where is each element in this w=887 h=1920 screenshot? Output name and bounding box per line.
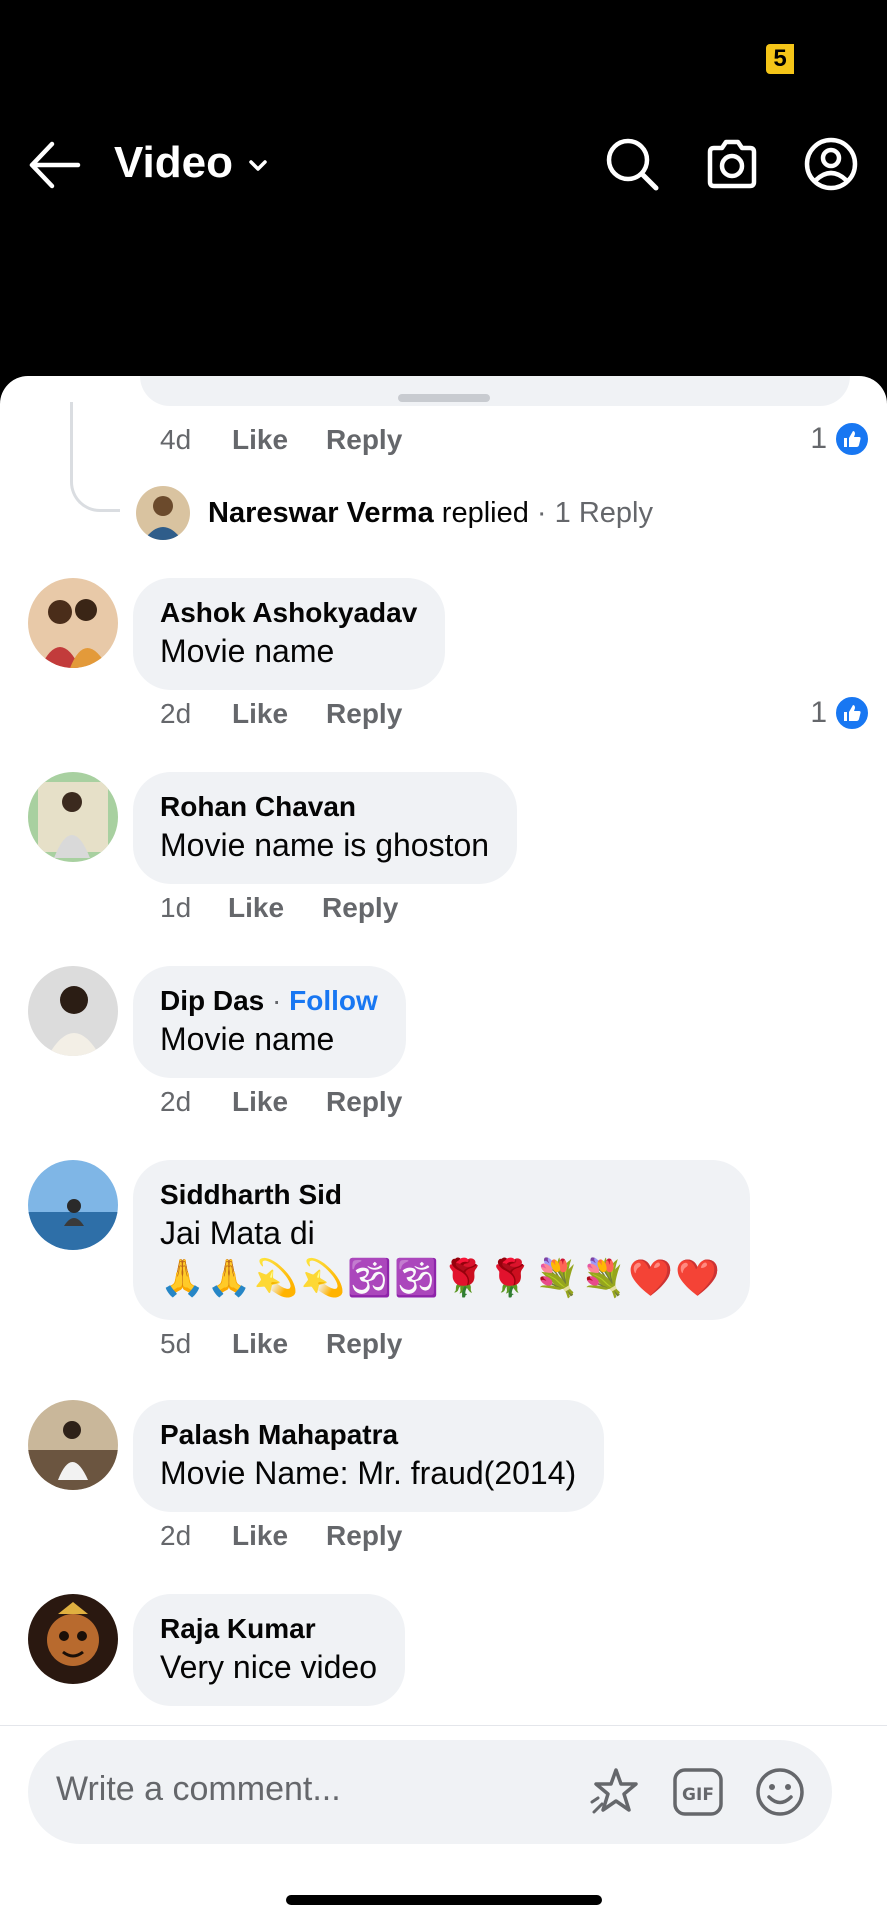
like-button[interactable]: Like: [232, 1328, 288, 1360]
reply-sep: ·: [536, 496, 547, 529]
reply-verb: replied: [441, 496, 529, 529]
search-icon[interactable]: [604, 136, 660, 192]
reply-button[interactable]: Reply: [326, 1328, 402, 1360]
comment-author[interactable]: Palash Mahapatra: [160, 1418, 576, 1452]
emoji-icon[interactable]: [752, 1764, 808, 1820]
svg-text:GIF: GIF: [682, 1785, 714, 1805]
comment-bubble[interactable]: Ashok Ashokyadav Movie name: [133, 578, 446, 690]
back-arrow-icon[interactable]: [26, 140, 82, 190]
reply-author: Nareswar Verma: [208, 496, 434, 529]
avatar: [136, 486, 190, 540]
follow-button[interactable]: Follow: [289, 985, 378, 1016]
profile-icon[interactable]: [803, 136, 859, 192]
comment-author[interactable]: Raja Kumar: [160, 1612, 377, 1646]
like-button[interactable]: Like: [228, 892, 284, 924]
comment-time: 2d: [160, 698, 192, 729]
reaction-count: 1: [810, 422, 827, 455]
comment-meta: 1d Like Reply: [160, 892, 436, 924]
like-icon: [833, 694, 871, 732]
reply-summary: Nareswar Verma replied · 1 Reply: [208, 497, 653, 530]
comment-text: Movie name: [160, 1021, 335, 1057]
reply-count: 1 Reply: [554, 496, 653, 529]
like-button[interactable]: Like: [232, 1086, 288, 1118]
video-dropdown[interactable]: Video: [114, 138, 269, 188]
comment-meta: 2d Like Reply: [160, 1086, 440, 1118]
reply-button[interactable]: Reply: [326, 1520, 402, 1552]
comment-author[interactable]: Ashok Ashokyadav: [160, 596, 417, 630]
comment-text: Jai Mata di: [160, 1215, 315, 1251]
comment-text: Movie Name: Mr. fraud(2014): [160, 1455, 577, 1491]
comment-text: Movie name is ghoston: [160, 827, 490, 863]
comment-meta: 5d Like Reply: [160, 1328, 440, 1360]
like-icon: [833, 420, 871, 458]
chevron-down-icon: [247, 158, 269, 174]
comment-author[interactable]: Rohan Chavan: [160, 790, 489, 824]
comment-input[interactable]: Write a comment... GIF: [28, 1740, 832, 1844]
sticker-icon[interactable]: [588, 1764, 644, 1820]
comment-time: 5d: [160, 1328, 192, 1359]
camera-icon[interactable]: [704, 136, 760, 192]
comment-meta: 2d Like Reply: [160, 1520, 440, 1552]
thread-connector: [70, 402, 120, 512]
comment-author[interactable]: Siddharth Sid: [160, 1178, 722, 1212]
sheet-grabber[interactable]: [398, 394, 490, 402]
comment-composer: Write a comment... GIF: [0, 1725, 887, 1920]
comment-author[interactable]: Dip Das: [160, 985, 264, 1016]
status-badge: 5: [766, 44, 794, 74]
comment-emoji: 🙏🙏💫💫🕉️🕉️🌹🌹💐💐❤️❤️: [160, 1257, 722, 1298]
comment-placeholder: Write a comment...: [56, 1770, 341, 1808]
avatar[interactable]: [28, 578, 118, 668]
comments-sheet[interactable]: 4d Like Reply 1 Nareswar Verma replied ·…: [0, 376, 887, 1920]
gif-icon[interactable]: GIF: [670, 1764, 726, 1820]
comment-bubble[interactable]: Raja Kumar Very nice video: [133, 1594, 406, 1706]
comment-time: 4d: [160, 424, 192, 455]
comment-meta: 2d Like Reply: [160, 698, 440, 730]
reaction-summary[interactable]: 1: [810, 420, 871, 458]
comment-meta: 4d Like Reply: [160, 424, 440, 456]
comment-time: 2d: [160, 1520, 192, 1551]
previous-comment-bubble: [140, 376, 850, 406]
comment-bubble[interactable]: Dip Das · Follow Movie name: [133, 966, 406, 1078]
like-button[interactable]: Like: [232, 1520, 288, 1552]
reply-button[interactable]: Reply: [326, 698, 402, 730]
like-button[interactable]: Like: [232, 698, 288, 730]
view-replies-row[interactable]: Nareswar Verma replied · 1 Reply: [136, 486, 653, 540]
comment-bubble[interactable]: Siddharth Sid Jai Mata di 🙏🙏💫💫🕉️🕉️🌹🌹💐💐❤️…: [133, 1160, 750, 1320]
comment-time: 1d: [160, 892, 192, 923]
like-button[interactable]: Like: [232, 424, 288, 456]
home-indicator: [286, 1895, 602, 1905]
avatar[interactable]: [28, 1594, 118, 1684]
avatar[interactable]: [28, 966, 118, 1056]
comment-time: 2d: [160, 1086, 192, 1117]
comment-text: Movie name: [160, 633, 335, 669]
comment-bubble[interactable]: Palash Mahapatra Movie Name: Mr. fraud(2…: [133, 1400, 605, 1512]
avatar[interactable]: [28, 1160, 118, 1250]
comment-author-line: Dip Das · Follow: [160, 984, 378, 1018]
comment-bubble[interactable]: Rohan Chavan Movie name is ghoston: [133, 772, 518, 884]
reaction-count: 1: [810, 696, 827, 729]
page-title: Video: [114, 138, 234, 187]
avatar[interactable]: [28, 1400, 118, 1490]
separator-dot: ·: [272, 985, 282, 1016]
reaction-summary[interactable]: 1: [810, 694, 871, 732]
avatar[interactable]: [28, 772, 118, 862]
reply-button[interactable]: Reply: [322, 892, 398, 924]
comment-text: Very nice video: [160, 1649, 378, 1685]
reply-button[interactable]: Reply: [326, 1086, 402, 1118]
top-bar: 5 Video: [0, 0, 887, 380]
reply-button[interactable]: Reply: [326, 424, 402, 456]
